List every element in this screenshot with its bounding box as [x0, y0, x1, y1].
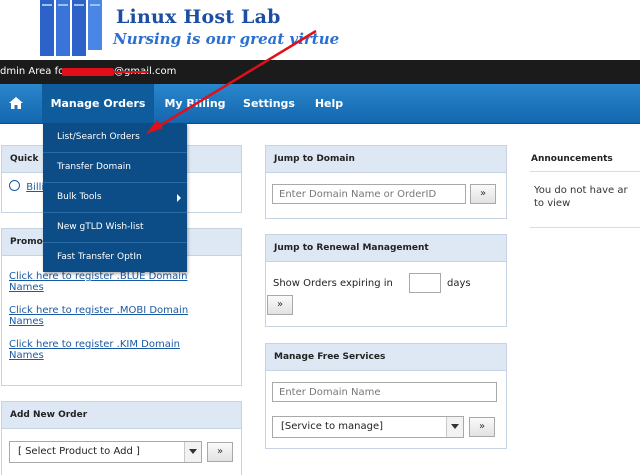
announcements-panel: Announcements You do not have ar to view	[530, 145, 640, 228]
jump-domain-panel: Jump to Domain Enter Domain Name or Orde…	[265, 145, 507, 219]
jump-domain-title: Jump to Domain	[266, 146, 506, 173]
redacted-email-mark	[62, 68, 114, 76]
service-select[interactable]: [Service to manage]	[272, 416, 464, 438]
add-order-go-button[interactable]: »	[207, 442, 233, 462]
menu-item-bulk-tools[interactable]: Bulk Tools	[43, 183, 187, 213]
menu-item-transfer-domain[interactable]: Transfer Domain	[43, 153, 187, 183]
jump-renewal-panel: Jump to Renewal Management Show Orders e…	[265, 234, 507, 327]
free-services-title: Manage Free Services	[266, 344, 506, 371]
main-navbar: Manage Orders My Billing Settings Help	[0, 84, 640, 124]
chevron-down-icon	[446, 417, 463, 437]
announcements-title: Announcements	[530, 145, 640, 172]
quick-billing-link[interactable]: Billi	[26, 182, 44, 193]
nav-my-billing[interactable]: My Billing	[160, 84, 230, 123]
jump-renewal-title: Jump to Renewal Management	[266, 235, 506, 262]
chevron-down-icon	[184, 442, 201, 462]
expiring-days-input[interactable]	[409, 273, 441, 293]
free-services-go-button[interactable]: »	[469, 417, 495, 437]
menu-item-new-gtld-wishlist[interactable]: New gTLD Wish-list	[43, 213, 187, 243]
server-logo-icon	[40, 0, 102, 56]
menu-item-bulk-tools-label: Bulk Tools	[57, 192, 102, 202]
expiring-label: Show Orders expiring in	[273, 278, 393, 289]
promo-link-blue[interactable]: Click here to register .BLUE Domain Name…	[9, 271, 214, 293]
domain-orderid-input[interactable]: Enter Domain Name or OrderID	[272, 184, 466, 204]
header-logo-area: Linux Host Lab Nursing is our great virt…	[0, 0, 640, 60]
free-services-panel: Manage Free Services Enter Domain Name […	[265, 343, 507, 449]
add-order-title: Add New Order	[2, 402, 241, 429]
promo-link-mobi[interactable]: Click here to register .MOBI Domain Name…	[9, 305, 214, 327]
menu-item-list-search-orders[interactable]: List/Search Orders	[43, 123, 187, 153]
free-service-domain-input[interactable]: Enter Domain Name	[272, 382, 497, 402]
product-select[interactable]: [ Select Product to Add ]	[9, 441, 202, 463]
admin-bar: dmin Area for @gmail.com	[0, 60, 640, 84]
days-label: days	[447, 278, 471, 289]
menu-item-fast-transfer-optin[interactable]: Fast Transfer OptIn	[43, 243, 187, 272]
admin-area-label: dmin Area for	[0, 66, 69, 77]
nav-home[interactable]	[0, 84, 32, 123]
nav-manage-orders[interactable]: Manage Orders	[42, 84, 154, 123]
add-order-panel: Add New Order [ Select Product to Add ] …	[1, 401, 242, 475]
home-icon	[9, 97, 23, 109]
brand-tagline: Nursing is our great virtue	[113, 30, 340, 48]
announcements-text: You do not have ar to view	[534, 185, 628, 209]
promo-link-kim[interactable]: Click here to register .KIM Domain Names	[9, 339, 214, 361]
admin-email-suffix: @gmail.com	[114, 66, 177, 77]
nav-settings[interactable]: Settings	[238, 84, 300, 123]
nav-help[interactable]: Help	[308, 84, 350, 123]
jump-domain-go-button[interactable]: »	[470, 184, 496, 204]
submenu-arrow-icon	[177, 194, 181, 202]
brand-title: Linux Host Lab	[116, 6, 281, 28]
renewal-go-button[interactable]: »	[267, 295, 293, 315]
manage-orders-dropdown: List/Search Orders Transfer Domain Bulk …	[43, 123, 187, 272]
circle-arrow-icon	[9, 180, 20, 191]
